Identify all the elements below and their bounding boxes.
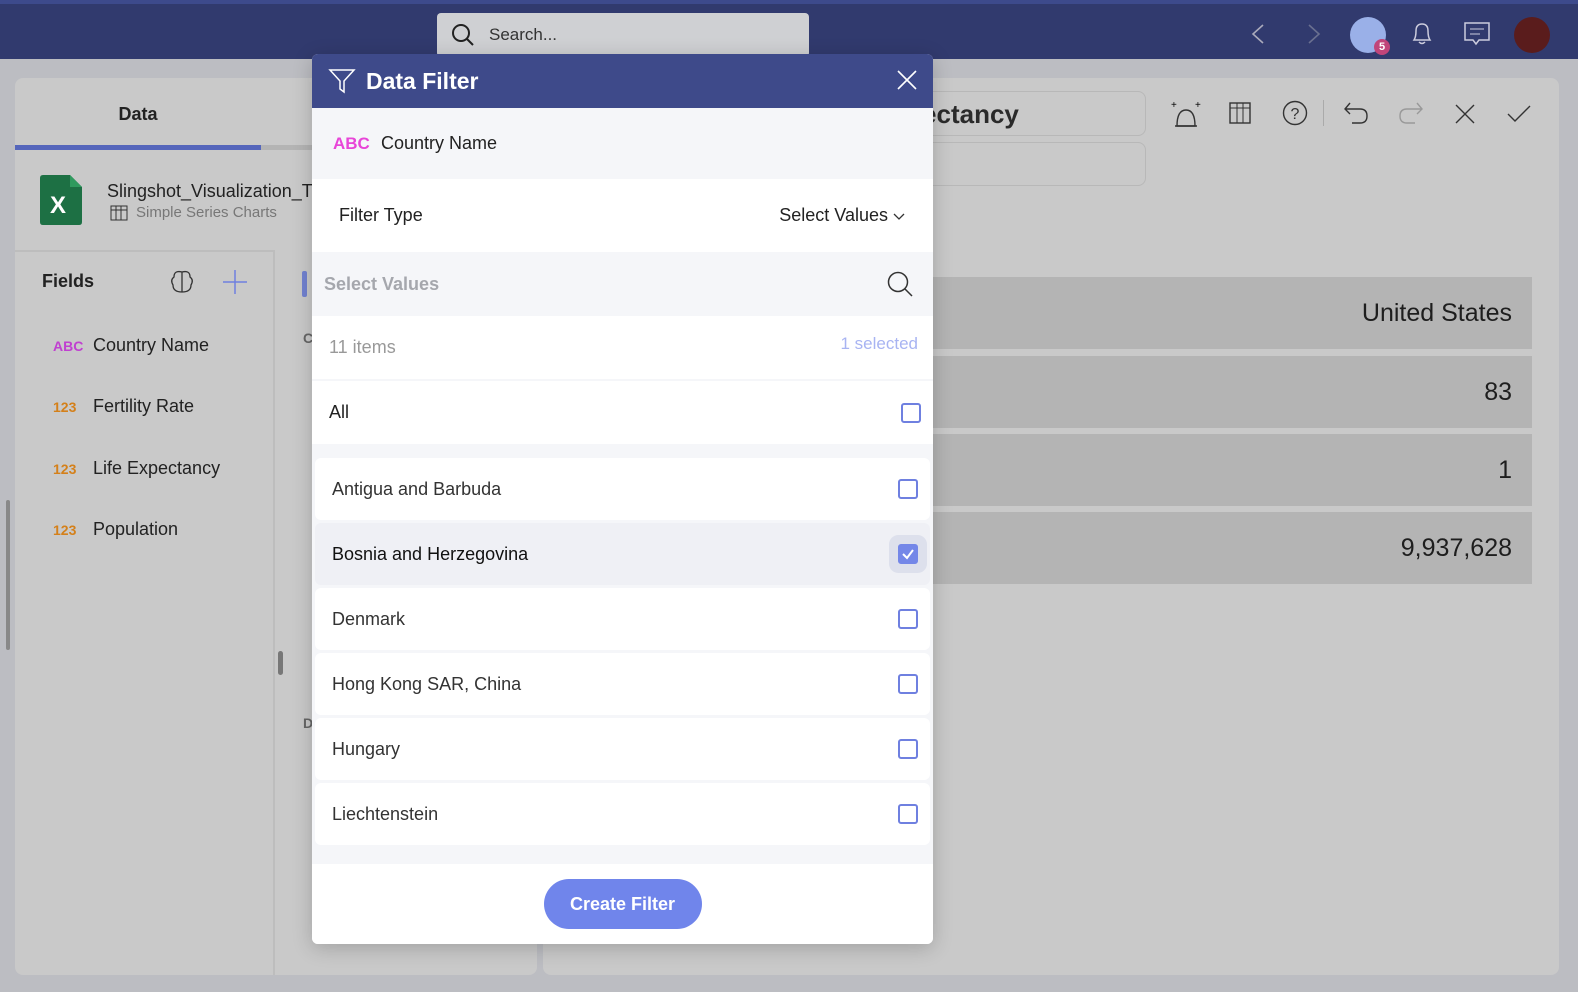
type-badge: 123 xyxy=(53,460,77,477)
field-label: Country Name xyxy=(93,335,210,355)
config-marker xyxy=(302,271,307,297)
bell-icon[interactable] xyxy=(1406,18,1438,50)
sheet-name: Simple Series Charts xyxy=(136,204,277,221)
type-badge: 123 xyxy=(53,521,77,538)
table-icon xyxy=(110,205,128,220)
list-item[interactable]: Hong Kong SAR, China xyxy=(315,653,930,715)
all-label: All xyxy=(329,402,350,422)
data-filter-dialog: Data Filter ABC Country Name Filter Type S… xyxy=(312,54,933,944)
checkbox-checked[interactable] xyxy=(898,544,918,564)
assistant-avatar[interactable]: 5 xyxy=(1350,17,1390,55)
filter-icon xyxy=(328,69,356,94)
dialog-title: Data Filter xyxy=(366,67,479,94)
checkbox[interactable] xyxy=(898,674,918,694)
excel-file-icon: X xyxy=(40,175,82,225)
chevron-down-icon xyxy=(893,213,905,220)
field-label: Life Expectancy xyxy=(93,458,221,478)
data-row: 1 xyxy=(931,434,1532,506)
list-item[interactable]: Bosnia and Herzegovina xyxy=(315,523,930,585)
filter-type-dropdown[interactable]: Select Values xyxy=(779,205,905,226)
brain-icon[interactable] xyxy=(169,269,195,295)
scrollbar[interactable] xyxy=(278,651,283,675)
search-placeholder: Search... xyxy=(489,25,558,44)
field-name: Country Name xyxy=(381,133,498,153)
grid-icon[interactable] xyxy=(1229,102,1251,124)
field-country-name[interactable]: ABC Country Name xyxy=(53,335,209,356)
notification-badge: 5 xyxy=(1374,39,1390,55)
field-life-expectancy[interactable]: 123 Life Expectancy xyxy=(53,458,220,479)
svg-text:+: + xyxy=(1195,100,1201,111)
check-icon[interactable] xyxy=(1507,105,1531,123)
filter-type-row: Filter Type Select Values xyxy=(312,179,933,252)
field-label: Fertility Rate xyxy=(93,396,195,416)
search-icon[interactable] xyxy=(887,271,913,297)
filter-field: ABC Country Name xyxy=(312,108,933,179)
field-population[interactable]: 123 Population xyxy=(53,519,178,540)
help-icon[interactable]: ? xyxy=(1282,100,1308,126)
magic-icon[interactable]: + + xyxy=(1171,100,1201,128)
list-item[interactable]: Denmark xyxy=(315,588,930,650)
checkbox[interactable] xyxy=(898,609,918,629)
filter-type-value: Select Values xyxy=(779,205,888,225)
user-avatar[interactable] xyxy=(1514,17,1550,53)
add-field-icon[interactable] xyxy=(223,270,247,294)
search-input[interactable]: Search... xyxy=(437,13,809,57)
data-row: 83 xyxy=(931,356,1532,428)
item-label: Denmark xyxy=(332,608,406,629)
list-item[interactable]: Antigua and Barbuda xyxy=(315,458,930,520)
undo-icon[interactable] xyxy=(1343,100,1369,126)
create-filter-button[interactable]: Create Filter xyxy=(543,879,702,929)
values-list: Antigua and Barbuda Bosnia and Herzegovi… xyxy=(312,458,933,845)
select-all-checkbox[interactable] xyxy=(901,402,921,423)
dialog-footer: Create Filter xyxy=(312,864,933,944)
item-label: Bosnia and Herzegovina xyxy=(332,543,529,564)
item-label: Liechtenstein xyxy=(332,803,439,824)
fields-title: Fields xyxy=(42,271,95,291)
values-search[interactable]: Select Values xyxy=(312,252,933,316)
count-row: 11 items 1 selected xyxy=(312,316,933,379)
field-label: Population xyxy=(93,519,179,539)
close-icon[interactable] xyxy=(897,70,917,90)
type-badge: ABC xyxy=(333,133,370,153)
checkbox[interactable] xyxy=(898,479,918,499)
type-badge: 123 xyxy=(53,398,77,415)
item-label: Hong Kong SAR, China xyxy=(332,673,522,694)
back-icon[interactable] xyxy=(1242,18,1274,50)
list-item[interactable]: Liechtenstein xyxy=(315,783,930,845)
field-fertility-rate[interactable]: 123 Fertility Rate xyxy=(53,396,194,417)
close-icon[interactable] xyxy=(1455,104,1475,124)
type-badge: ABC xyxy=(53,337,84,354)
item-label: Antigua and Barbuda xyxy=(332,478,502,499)
tab-data[interactable]: Data xyxy=(15,78,261,150)
select-all-row[interactable]: All xyxy=(312,381,933,444)
checkbox[interactable] xyxy=(898,739,918,759)
checkbox[interactable] xyxy=(898,804,918,824)
search-icon xyxy=(452,24,474,46)
fields-section xyxy=(15,250,275,975)
dialog-header: Data Filter xyxy=(312,54,933,108)
list-item[interactable]: Hungary xyxy=(315,718,930,780)
svg-text:X: X xyxy=(50,192,66,219)
svg-text:+: + xyxy=(1171,100,1177,111)
selected-count: 1 selected xyxy=(840,333,919,353)
filter-type-label: Filter Type xyxy=(339,205,423,225)
data-row: United States xyxy=(931,277,1532,349)
file-name: Slingshot_Visualization_Tu xyxy=(107,181,323,201)
divider xyxy=(1323,100,1324,126)
page-scrollbar[interactable] xyxy=(6,500,10,650)
forward-icon[interactable] xyxy=(1298,18,1330,50)
item-count: 11 items xyxy=(329,337,396,357)
data-row: 9,937,628 xyxy=(931,512,1532,584)
redo-icon[interactable] xyxy=(1398,100,1424,126)
svg-text:?: ? xyxy=(1291,106,1300,123)
values-search-placeholder: Select Values xyxy=(324,273,440,294)
item-label: Hungary xyxy=(332,738,401,759)
tab-indicator xyxy=(15,145,261,150)
top-bar: Search... 5 xyxy=(0,0,1578,59)
chat-icon[interactable] xyxy=(1461,18,1493,50)
check-icon xyxy=(902,549,914,560)
